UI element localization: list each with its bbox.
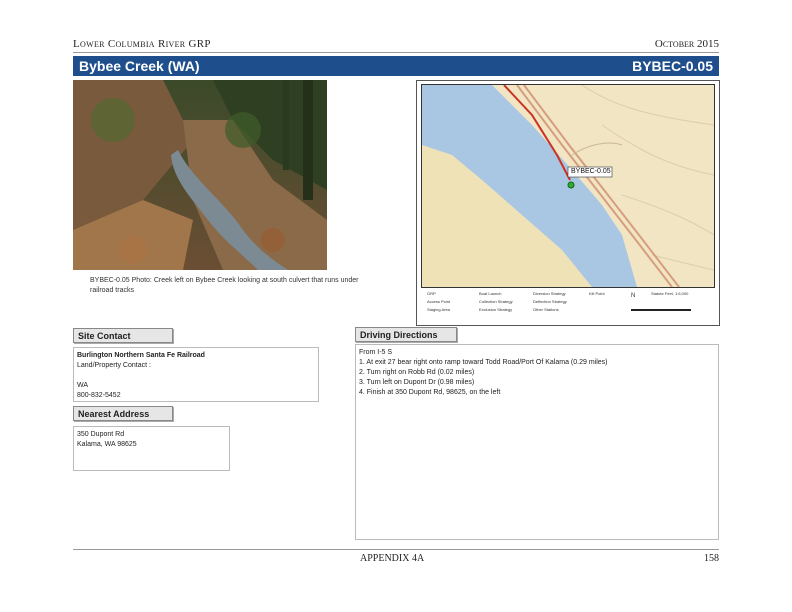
header-rule bbox=[73, 52, 719, 53]
site-marker-icon bbox=[567, 181, 575, 189]
footer-appendix: APPENDIX 4A bbox=[360, 553, 425, 564]
legend-item: GRP bbox=[427, 291, 436, 296]
legend-item: Other Stations bbox=[533, 307, 559, 312]
legend-item: Deflection Strategy bbox=[533, 299, 567, 304]
direction-line: 4. Finish at 350 Dupont Rd, 98625, on th… bbox=[359, 389, 501, 396]
map-legend: GRP Access Point Staging Area Boat Launc… bbox=[421, 289, 713, 321]
contact-state: WA bbox=[77, 382, 89, 389]
map-area: BYBEC-0.05 bbox=[421, 84, 715, 288]
site-map: BYBEC-0.05 GRP Access Point Staging Area… bbox=[416, 80, 720, 326]
legend-item: Diversion Strategy bbox=[533, 291, 566, 296]
legend-item: Boat Launch bbox=[479, 291, 502, 296]
legend-item: Exclusion Strategy bbox=[479, 307, 513, 312]
direction-line: 3. Turn left on Dupont Dr (0.98 miles) bbox=[359, 379, 475, 386]
site-photo bbox=[73, 80, 327, 270]
site-contact-label: Site Contact bbox=[73, 328, 173, 343]
footer-rule bbox=[73, 549, 719, 550]
driving-directions-box: From I-5 S 1. At exit 27 bear right onto… bbox=[355, 344, 719, 540]
contact-phone: 800-832-5452 bbox=[77, 392, 121, 399]
legend-item: Staging Area bbox=[427, 307, 450, 312]
document-header-date: October 2015 bbox=[654, 38, 719, 50]
site-contact-box: Burlington Northern Santa Fe Railroad La… bbox=[73, 347, 319, 402]
legend-item: Kill Point bbox=[589, 291, 605, 296]
creek-photo-image bbox=[73, 80, 327, 270]
contact-line: Land/Property Contact : bbox=[77, 362, 151, 369]
map-scale-note: Statute Feet, 1:6,000 bbox=[651, 291, 689, 296]
scale-bar bbox=[631, 309, 691, 311]
contact-organization: Burlington Northern Santa Fe Railroad bbox=[77, 352, 205, 359]
driving-directions-label: Driving Directions bbox=[355, 327, 457, 342]
site-code: BYBEC-0.05 bbox=[632, 58, 713, 74]
map-site-label: BYBEC-0.05 bbox=[571, 168, 611, 175]
nearest-address-label: Nearest Address bbox=[73, 406, 173, 421]
site-title-bar: Bybee Creek (WA) BYBEC-0.05 bbox=[73, 56, 719, 76]
north-arrow-icon: N bbox=[631, 293, 636, 299]
direction-line: From I-5 S bbox=[359, 349, 393, 356]
direction-line: 2. Turn right on Robb Rd (0.02 miles) bbox=[359, 369, 475, 376]
nearest-address-box: 350 Dupont Rd Kalama, WA 98625 bbox=[73, 426, 230, 471]
document-header-title: Lower Columbia River GRP bbox=[73, 38, 211, 50]
address-line-1: 350 Dupont Rd bbox=[77, 431, 125, 438]
legend-item: Access Point bbox=[427, 299, 451, 304]
legend-item: Collection Strategy bbox=[479, 299, 513, 304]
direction-line: 1. At exit 27 bear right onto ramp towar… bbox=[359, 359, 608, 366]
site-name: Bybee Creek (WA) bbox=[79, 58, 200, 74]
photo-caption: BYBEC-0.05 Photo: Creek left on Bybee Cr… bbox=[90, 277, 359, 294]
page-number: 158 bbox=[704, 553, 719, 564]
map-drawing bbox=[422, 85, 714, 287]
address-line-2: Kalama, WA 98625 bbox=[77, 441, 137, 448]
